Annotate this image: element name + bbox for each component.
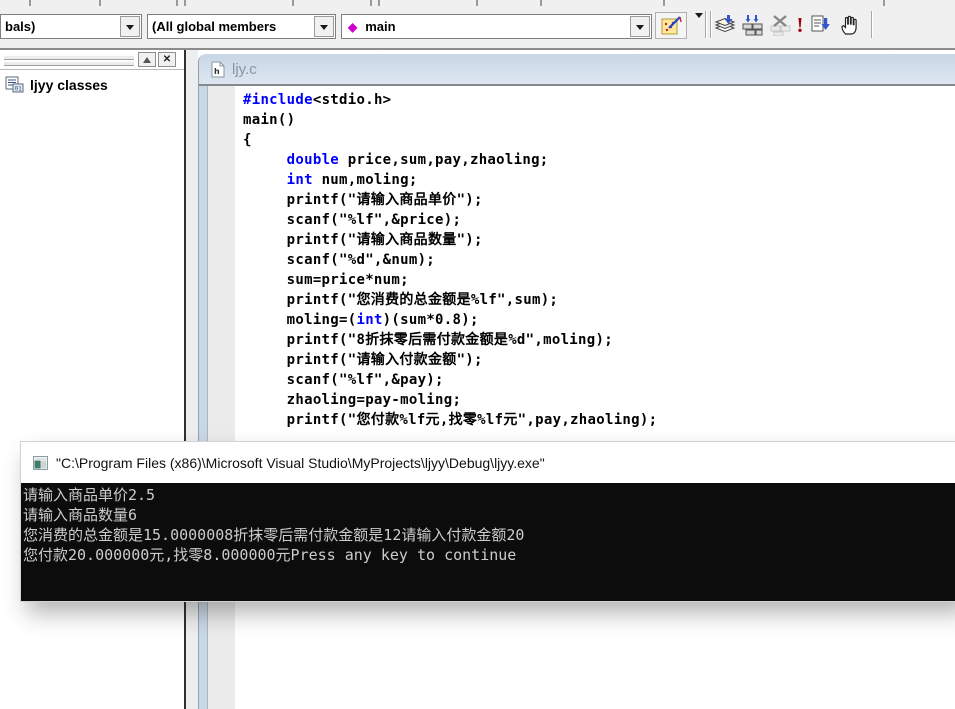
- console-title: "C:\Program Files (x86)\Microsoft Visual…: [56, 454, 545, 471]
- code-editor[interactable]: #include<stdio.h> main(){ double price,su…: [235, 86, 955, 709]
- toolbar-notch: [883, 0, 885, 6]
- globals-combobox-dropdown-arrow[interactable]: [120, 16, 140, 37]
- svg-text:01: 01: [15, 86, 23, 93]
- console-titlebar[interactable]: "C:\Program Files (x86)\Microsoft Visual…: [21, 442, 955, 483]
- wizardbar-actions-icon: [661, 15, 682, 34]
- classview-root-item[interactable]: 01 ljyy classes: [5, 76, 108, 93]
- function-diamond-icon: ◆: [348, 19, 358, 34]
- compile-button[interactable]: [713, 13, 737, 37]
- mdi-background: [186, 50, 198, 709]
- code-line[interactable]: scanf("%d",&num);: [243, 250, 955, 270]
- toolbar-notch: [99, 0, 101, 6]
- function-combobox-dropdown-arrow[interactable]: [630, 16, 650, 37]
- function-combobox-value: main: [365, 19, 396, 34]
- svg-text:h: h: [214, 67, 220, 76]
- code-line[interactable]: printf("请输入商品数量");: [243, 230, 955, 250]
- build-button[interactable]: [741, 13, 765, 37]
- toolbar-notch: [370, 0, 372, 6]
- code-line[interactable]: printf("请输入付款金额");: [243, 350, 955, 370]
- panel-rollup-button[interactable]: [138, 52, 156, 67]
- panel-gripper[interactable]: [4, 61, 134, 66]
- members-combobox[interactable]: (All global members: [147, 14, 336, 39]
- chevron-down-icon: [636, 24, 644, 34]
- console-output-line: 您付款20.000000元,找零8.000000元Press any key t…: [23, 546, 517, 564]
- code-line[interactable]: printf("您消费的总金额是%lf",sum);: [243, 290, 955, 310]
- editor-title: ljy.c: [232, 60, 257, 78]
- execute-program-icon: !: [796, 12, 804, 37]
- code-line[interactable]: scanf("%lf",&pay);: [243, 370, 955, 390]
- chevron-down-icon: [126, 24, 134, 34]
- toolbar-notch: [378, 0, 380, 6]
- toolbar-notch: [663, 0, 665, 6]
- panel-close-button[interactable]: ✕: [158, 52, 176, 67]
- go-button[interactable]: [809, 13, 833, 37]
- toolbar-notch: [540, 0, 542, 6]
- members-combobox-dropdown-arrow[interactable]: [314, 16, 334, 37]
- editor-titlebar[interactable]: h ljy.c: [199, 54, 955, 86]
- toolbar-notch: [184, 0, 186, 6]
- panel-gripper[interactable]: [4, 55, 134, 60]
- toolbar-separator: [710, 11, 711, 38]
- console-output-line: 您消费的总金额是15.0000008折抹零后需付款金额是12请输入付款金额20: [23, 526, 525, 544]
- code-line[interactable]: printf("请输入商品单价");: [243, 190, 955, 210]
- globals-combobox[interactable]: bals): [0, 14, 142, 39]
- members-combobox-value: (All global members: [152, 19, 277, 34]
- workspace-panel: ✕ 01 ljyy classes: [0, 50, 186, 709]
- code-line[interactable]: double price,sum,pay,zhaoling;: [243, 150, 955, 170]
- stop-build-button[interactable]: [769, 13, 793, 37]
- code-line[interactable]: printf("您付款%lf元,找零%lf元",pay,zhaoling);: [243, 410, 955, 430]
- code-line[interactable]: {: [243, 130, 955, 150]
- code-line[interactable]: sum=price*num;: [243, 270, 955, 290]
- toolbar-notch: [176, 0, 178, 6]
- globals-combobox-value: bals): [5, 19, 36, 34]
- vc6-ide-screen: bals) (All global members ◆ main ! ✕ 01 …: [0, 0, 955, 709]
- wizard-toolbar: bals) (All global members ◆ main !: [0, 0, 955, 50]
- toolbar-separator: [705, 11, 706, 38]
- go-icon: [811, 15, 830, 32]
- execute-program-button[interactable]: !: [793, 13, 807, 37]
- build-icon: [742, 15, 763, 36]
- toolbar-notch: [29, 0, 31, 6]
- source-editor-window: h ljy.c #include<stdio.h> main(){ double …: [198, 54, 955, 709]
- console-app-icon: [33, 455, 48, 470]
- stop-build-icon: [770, 15, 791, 36]
- console-output[interactable]: 请输入商品单价2.5 请输入商品数量6 您消费的总金额是15.0000008折抹零后…: [21, 483, 955, 601]
- toolbar-separator: [871, 11, 872, 38]
- toolbar-notch: [292, 0, 294, 6]
- chevron-down-icon: [695, 13, 703, 37]
- code-line[interactable]: int num,moling;: [243, 170, 955, 190]
- classview-icon: 01: [5, 76, 24, 93]
- function-combobox[interactable]: ◆ main: [341, 14, 652, 39]
- code-line[interactable]: moling=(int)(sum*0.8);: [243, 310, 955, 330]
- editor-body: #include<stdio.h> main(){ double price,su…: [199, 86, 955, 709]
- console-window: "C:\Program Files (x86)\Microsoft Visual…: [21, 442, 955, 601]
- console-output-line: 请输入商品单价2.5: [23, 486, 156, 504]
- source-file-icon: h: [211, 61, 225, 77]
- code-line[interactable]: main(): [243, 110, 955, 130]
- code-line[interactable]: printf("8折抹零后需付款金额是%d",moling);: [243, 330, 955, 350]
- breakpoint-hand-icon: [841, 15, 857, 35]
- toolbar-notch: [476, 0, 478, 6]
- selection-margin[interactable]: [208, 86, 235, 709]
- close-icon: ✕: [162, 53, 172, 65]
- code-line[interactable]: #include<stdio.h>: [243, 90, 955, 110]
- toggle-breakpoint-button[interactable]: [837, 13, 861, 37]
- compile-icon: [714, 15, 736, 33]
- wizardbar-actions-button[interactable]: [655, 12, 687, 39]
- chevron-down-icon: [320, 24, 328, 34]
- console-output-line: 请输入商品数量6: [23, 506, 138, 524]
- editor-frame-border: [199, 86, 208, 709]
- triangle-up-icon: [143, 53, 151, 63]
- classview-root-label: ljyy classes: [30, 76, 108, 93]
- code-line[interactable]: zhaoling=pay-moling;: [243, 390, 955, 410]
- panel-divider: [0, 69, 184, 73]
- code-line[interactable]: scanf("%lf",&price);: [243, 210, 955, 230]
